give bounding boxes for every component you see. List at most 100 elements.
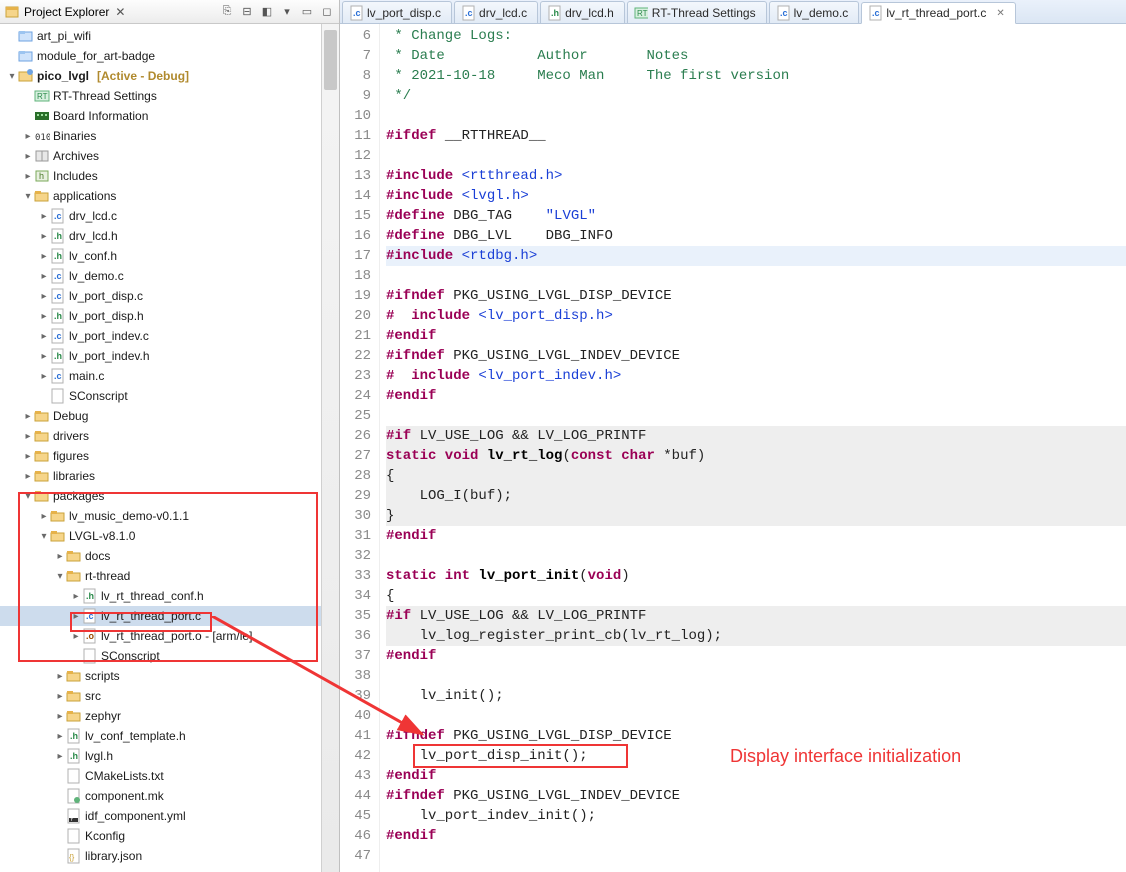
code-line[interactable]: #endif xyxy=(386,386,1126,406)
editor-tab[interactable]: .clv_demo.c xyxy=(769,1,860,23)
close-view-icon[interactable]: ✕ xyxy=(115,5,125,19)
tree-item[interactable]: ▸.cdrv_lcd.c xyxy=(0,206,339,226)
tree-twisty-icon[interactable]: ▸ xyxy=(22,151,34,162)
tree-twisty-icon[interactable]: ▸ xyxy=(54,751,66,762)
code-editor[interactable]: 6789101112131415161718192021222324252627… xyxy=(340,24,1126,872)
code-line[interactable]: #ifdef __RTTHREAD__ xyxy=(386,126,1126,146)
code-line[interactable] xyxy=(386,106,1126,126)
code-line[interactable]: #include <lvgl.h> xyxy=(386,186,1126,206)
tree-twisty-icon[interactable]: ▸ xyxy=(54,711,66,722)
tree-twisty-icon[interactable]: ▸ xyxy=(38,251,50,262)
tree-twisty-icon[interactable]: ▾ xyxy=(38,531,50,542)
code-line[interactable]: lv_init(); xyxy=(386,686,1126,706)
tree-twisty-icon[interactable]: ▾ xyxy=(22,191,34,202)
tree-item[interactable]: ▸.clv_demo.c xyxy=(0,266,339,286)
code-line[interactable]: #include <rtdbg.h> xyxy=(386,246,1126,266)
tree-twisty-icon[interactable]: ▸ xyxy=(70,631,82,642)
code-line[interactable]: * 2021-10-18 Meco Man The first version xyxy=(386,66,1126,86)
tree-item[interactable]: ▸lv_music_demo-v0.1.1 xyxy=(0,506,339,526)
code-line[interactable]: { xyxy=(386,586,1126,606)
tree-item[interactable]: ▸.olv_rt_thread_port.o - [arm/le] xyxy=(0,626,339,646)
tree-item[interactable]: art_pi_wifi xyxy=(0,26,339,46)
tree-item[interactable]: ▸.clv_port_indev.c xyxy=(0,326,339,346)
code-line[interactable]: # include <lv_port_disp.h> xyxy=(386,306,1126,326)
scrollbar-thumb[interactable] xyxy=(324,30,337,90)
code-line[interactable]: #endif xyxy=(386,766,1126,786)
code-line[interactable]: } xyxy=(386,506,1126,526)
tree-twisty-icon[interactable]: ▸ xyxy=(54,731,66,742)
tree-twisty-icon[interactable]: ▸ xyxy=(70,591,82,602)
tree-twisty-icon[interactable]: ▸ xyxy=(54,671,66,682)
code-line[interactable]: #if LV_USE_LOG && LV_LOG_PRINTF xyxy=(386,426,1126,446)
code-line[interactable]: lv_port_disp_init(); xyxy=(386,746,1126,766)
tree-twisty-icon[interactable]: ▸ xyxy=(54,691,66,702)
code-line[interactable]: #ifndef PKG_USING_LVGL_INDEV_DEVICE xyxy=(386,346,1126,366)
close-tab-icon[interactable]: ✕ xyxy=(996,8,1004,19)
code-line[interactable]: #ifndef PKG_USING_LVGL_INDEV_DEVICE xyxy=(386,786,1126,806)
code-line[interactable]: static int lv_port_init(void) xyxy=(386,566,1126,586)
tree-item[interactable]: module_for_art-badge xyxy=(0,46,339,66)
minimize-icon[interactable]: ▭ xyxy=(299,4,315,20)
maximize-icon[interactable]: ◻ xyxy=(319,4,335,20)
code-line[interactable]: #ifndef PKG_USING_LVGL_DISP_DEVICE xyxy=(386,286,1126,306)
code-line[interactable]: #ifndef PKG_USING_LVGL_DISP_DEVICE xyxy=(386,726,1126,746)
tree-item[interactable]: RTRT-Thread Settings xyxy=(0,86,339,106)
tree-item[interactable]: ▾pico_lvgl[Active - Debug] xyxy=(0,66,339,86)
tree-twisty-icon[interactable]: ▸ xyxy=(22,131,34,142)
view-menu-icon[interactable]: ▾ xyxy=(279,4,295,20)
tree-item[interactable]: ▸libraries xyxy=(0,466,339,486)
code-line[interactable]: #endif xyxy=(386,526,1126,546)
tree-item[interactable]: ▸.hlv_conf.h xyxy=(0,246,339,266)
tree-twisty-icon[interactable]: ▾ xyxy=(54,571,66,582)
tree-item[interactable]: ▸Archives xyxy=(0,146,339,166)
focus-icon[interactable]: ◧ xyxy=(259,4,275,20)
tree-item[interactable]: ▾applications xyxy=(0,186,339,206)
tree-twisty-icon[interactable]: ▸ xyxy=(22,431,34,442)
tree-item[interactable]: ▸.clv_rt_thread_port.c xyxy=(0,606,339,626)
tree-twisty-icon[interactable]: ▸ xyxy=(22,451,34,462)
tree-item[interactable]: ▸hIncludes xyxy=(0,166,339,186)
code-line[interactable]: lv_port_indev_init(); xyxy=(386,806,1126,826)
code-area[interactable]: * Change Logs: * Date Author Notes * 202… xyxy=(380,24,1126,872)
code-line[interactable]: LOG_I(buf); xyxy=(386,486,1126,506)
code-line[interactable]: #endif xyxy=(386,826,1126,846)
tree-item[interactable]: ▸docs xyxy=(0,546,339,566)
tree-twisty-icon[interactable]: ▾ xyxy=(22,491,34,502)
tree-item[interactable]: SConscript xyxy=(0,386,339,406)
tree-item[interactable]: component.mk xyxy=(0,786,339,806)
tree-item[interactable]: ▾LVGL-v8.1.0 xyxy=(0,526,339,546)
code-line[interactable] xyxy=(386,706,1126,726)
tree-twisty-icon[interactable]: ▸ xyxy=(22,471,34,482)
tree-twisty-icon[interactable]: ▸ xyxy=(38,511,50,522)
tree-twisty-icon[interactable]: ▸ xyxy=(38,351,50,362)
editor-tab[interactable]: .hdrv_lcd.h xyxy=(540,1,625,23)
code-line[interactable]: * Date Author Notes xyxy=(386,46,1126,66)
tree-twisty-icon[interactable]: ▸ xyxy=(38,231,50,242)
tree-item[interactable]: ▸.cmain.c xyxy=(0,366,339,386)
code-line[interactable]: #include <rtthread.h> xyxy=(386,166,1126,186)
code-line[interactable] xyxy=(386,266,1126,286)
tree-item[interactable]: ▸Debug xyxy=(0,406,339,426)
code-line[interactable] xyxy=(386,846,1126,866)
code-line[interactable]: static void lv_rt_log(const char *buf) xyxy=(386,446,1126,466)
tree-item[interactable]: ▸src xyxy=(0,686,339,706)
tree-item[interactable]: ▸.hlv_conf_template.h xyxy=(0,726,339,746)
tree-item[interactable]: {}library.json xyxy=(0,846,339,866)
tree-twisty-icon[interactable]: ▸ xyxy=(22,171,34,182)
tree-item[interactable]: Kconfig xyxy=(0,826,339,846)
editor-tab[interactable]: .cdrv_lcd.c xyxy=(454,1,538,23)
code-line[interactable]: #define DBG_LVL DBG_INFO xyxy=(386,226,1126,246)
tree-item[interactable]: ▸figures xyxy=(0,446,339,466)
collapse-all-icon[interactable]: ⊟ xyxy=(239,4,255,20)
tree-twisty-icon[interactable]: ▸ xyxy=(38,291,50,302)
editor-tab[interactable]: .clv_rt_thread_port.c✕ xyxy=(861,2,1015,24)
code-line[interactable] xyxy=(386,146,1126,166)
code-line[interactable]: * Change Logs: xyxy=(386,26,1126,46)
tree-twisty-icon[interactable]: ▸ xyxy=(38,211,50,222)
tree-item[interactable]: CMakeLists.txt xyxy=(0,766,339,786)
tree-item[interactable]: ▸.hdrv_lcd.h xyxy=(0,226,339,246)
tree-twisty-icon[interactable]: ▸ xyxy=(54,551,66,562)
tree-twisty-icon[interactable]: ▸ xyxy=(38,331,50,342)
tree-item[interactable]: ▾packages xyxy=(0,486,339,506)
tree-item[interactable]: Board Information xyxy=(0,106,339,126)
